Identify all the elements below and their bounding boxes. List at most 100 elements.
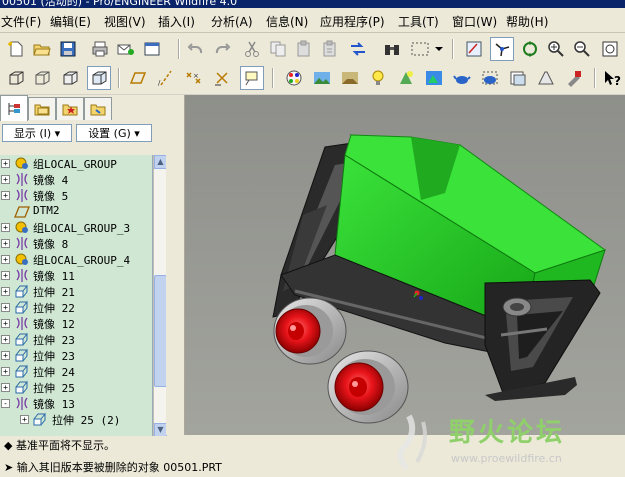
datum-axes-button[interactable]: /	[154, 66, 178, 90]
menu-file[interactable]: 文件(F)	[1, 13, 41, 30]
tab-model-tree[interactable]	[0, 95, 28, 121]
palette-tool-button[interactable]	[562, 66, 586, 90]
expand-toggle[interactable]: +	[1, 335, 10, 344]
tab-connections[interactable]	[84, 97, 112, 120]
render-window-button[interactable]	[450, 66, 474, 90]
save-button[interactable]	[56, 37, 80, 61]
window-button[interactable]	[140, 37, 164, 61]
expand-toggle[interactable]: +	[1, 255, 10, 264]
regenerate-button[interactable]	[346, 37, 370, 61]
selection-dropdown[interactable]	[434, 37, 444, 61]
zoom-in-button[interactable]	[544, 37, 568, 61]
graphics-window[interactable]	[185, 95, 625, 435]
expand-toggle[interactable]: +	[1, 223, 10, 232]
csys-button[interactable]	[210, 66, 234, 90]
shading-button[interactable]	[87, 66, 111, 90]
datum-points-button[interactable]: ×	[182, 66, 206, 90]
expand-toggle[interactable]: +	[1, 351, 10, 360]
menu-info[interactable]: 信息(N)	[266, 13, 308, 30]
tree-scrollbar[interactable]: ▲ ▼	[153, 155, 167, 437]
show-dropdown[interactable]: 显示 (I) ▾	[2, 124, 72, 142]
tree-item[interactable]: DTM2	[0, 203, 152, 219]
tree-item[interactable]: + 组LOCAL_GROUP_3	[0, 219, 152, 235]
expand-toggle[interactable]: +	[20, 415, 29, 424]
spin-center-icon	[495, 43, 510, 57]
expand-toggle[interactable]: -	[1, 399, 10, 408]
scene-button[interactable]	[310, 66, 334, 90]
expand-toggle[interactable]: +	[1, 159, 10, 168]
tree-item[interactable]: + 拉伸 24	[0, 363, 152, 379]
tree-item[interactable]: + 拉伸 25	[0, 379, 152, 395]
new-file-button[interactable]	[4, 37, 28, 61]
menu-applications[interactable]: 应用程序(P)	[320, 13, 385, 30]
navigator-panel: 显示 (I) ▾ 设置 (G) ▾ + 组LOCAL_GROUP + 镜像 4 …	[0, 95, 167, 437]
menu-help[interactable]: 帮助(H)	[506, 13, 548, 30]
undo-button[interactable]	[184, 37, 208, 61]
tree-item-label: 镜像 5	[33, 190, 69, 203]
menu-edit[interactable]: 编辑(E)	[50, 13, 91, 30]
render-region-button[interactable]	[478, 66, 502, 90]
menu-tools[interactable]: 工具(T)	[398, 13, 439, 30]
print-button[interactable]	[88, 37, 112, 61]
repaint-button[interactable]	[462, 37, 486, 61]
wireframe-button[interactable]	[4, 66, 28, 90]
tree-item[interactable]: + 拉伸 23	[0, 331, 152, 347]
expand-toggle[interactable]: +	[1, 303, 10, 312]
extrude-icon	[33, 412, 46, 426]
menu-view[interactable]: 视图(V)	[104, 13, 146, 30]
tab-favorites[interactable]	[56, 97, 84, 120]
no-hidden-button[interactable]	[58, 66, 82, 90]
tree-item[interactable]: + 镜像 5	[0, 187, 152, 203]
open-file-button[interactable]	[30, 37, 54, 61]
expand-toggle[interactable]: +	[1, 191, 10, 200]
expand-toggle[interactable]: +	[1, 271, 10, 280]
render-room-button[interactable]	[338, 66, 362, 90]
paste-button[interactable]	[292, 37, 316, 61]
settings-dropdown[interactable]: 设置 (G) ▾	[76, 124, 152, 142]
model-display-button[interactable]	[506, 66, 530, 90]
tree-item[interactable]: + 拉伸 21	[0, 283, 152, 299]
expand-toggle[interactable]: +	[1, 287, 10, 296]
find-button[interactable]	[380, 37, 404, 61]
zoom-out-button[interactable]	[570, 37, 594, 61]
tree-item[interactable]: + 拉伸 23	[0, 347, 152, 363]
expand-toggle[interactable]: +	[1, 367, 10, 376]
mirror-icon	[16, 317, 28, 330]
tree-item[interactable]: + 组LOCAL_GROUP	[0, 155, 152, 171]
expand-toggle[interactable]: +	[1, 319, 10, 328]
paste-special-button[interactable]	[318, 37, 342, 61]
redo-button[interactable]	[210, 37, 234, 61]
tree-item[interactable]: + 镜像 12	[0, 315, 152, 331]
menu-analysis[interactable]: 分析(A)	[211, 13, 253, 30]
tab-folder-browser[interactable]	[28, 97, 56, 120]
tree-item[interactable]: + 拉伸 25 (2)	[0, 411, 152, 427]
expand-toggle[interactable]: +	[1, 383, 10, 392]
appearance-button[interactable]	[282, 66, 306, 90]
render-setup-button[interactable]	[422, 66, 446, 90]
context-help-button[interactable]: ?	[600, 66, 624, 90]
send-mail-button[interactable]	[114, 37, 138, 61]
expand-toggle[interactable]: +	[1, 239, 10, 248]
tree-item[interactable]: + 镜像 11	[0, 267, 152, 283]
tree-item[interactable]: + 镜像 8	[0, 235, 152, 251]
perspective-button[interactable]	[534, 66, 558, 90]
lights-button[interactable]	[366, 66, 390, 90]
menu-window[interactable]: 窗口(W)	[452, 13, 497, 30]
datum-planes-button[interactable]	[126, 66, 150, 90]
copy-button[interactable]	[266, 37, 290, 61]
annotations-button[interactable]	[240, 66, 264, 90]
orient-mode-button[interactable]	[518, 37, 542, 61]
tree-item[interactable]: - 镜像 13	[0, 395, 152, 411]
tree-item[interactable]: + 组LOCAL_GROUP_4	[0, 251, 152, 267]
hidden-line-button[interactable]	[30, 66, 54, 90]
expand-toggle[interactable]: +	[1, 175, 10, 184]
menu-insert[interactable]: 插入(I)	[158, 13, 195, 30]
panel-splitter[interactable]	[166, 95, 185, 435]
effects-button[interactable]	[394, 66, 418, 90]
tree-item[interactable]: + 镜像 4	[0, 171, 152, 187]
selection-box-button[interactable]	[408, 37, 434, 61]
spin-center-button[interactable]	[490, 37, 514, 61]
cut-button[interactable]	[240, 37, 264, 61]
refit-button[interactable]	[598, 37, 622, 61]
tree-item[interactable]: + 拉伸 22	[0, 299, 152, 315]
